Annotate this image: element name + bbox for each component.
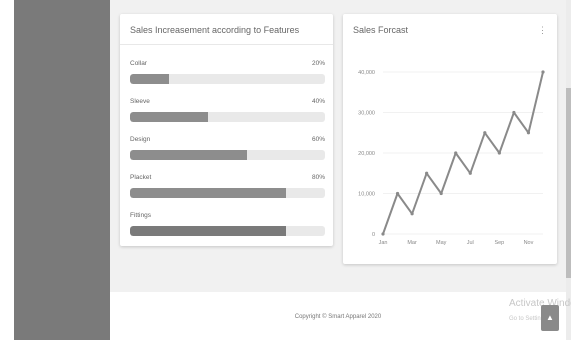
data-point [526, 131, 531, 135]
x-tick-label: Jan [379, 240, 388, 246]
data-point [497, 151, 501, 155]
data-point [439, 191, 443, 196]
progress-track [130, 112, 325, 122]
data-point [381, 232, 385, 236]
feature-sleeve: Sleeve 40% [130, 98, 325, 128]
feature-label: Design [130, 136, 151, 143]
feature-fittings: Fittings [130, 212, 325, 242]
progress-track [130, 226, 325, 236]
feature-percent: 40% [311, 98, 325, 105]
feature-placket: Placket 80% [130, 174, 325, 204]
activate-windows-subtitle: Go to Settin [509, 316, 541, 322]
x-tick-label: Sep [494, 240, 504, 246]
data-point [468, 171, 472, 175]
progress-fill [130, 74, 169, 84]
data-point [512, 110, 516, 115]
feature-percent: 80% [311, 174, 325, 181]
feature-percent: 60% [311, 136, 325, 143]
data-point [425, 171, 429, 175]
x-tick-label: May [436, 240, 447, 246]
y-tick-label: 10,000 [358, 192, 375, 198]
y-tick-label: 20,000 [358, 151, 375, 157]
data-point [483, 131, 487, 135]
feature-design: Design 60% [130, 136, 325, 166]
feature-label: Sleeve [130, 98, 150, 105]
data-point [454, 151, 458, 155]
y-tick-label: 40,000 [358, 70, 375, 76]
feature-label: Fittings [130, 212, 151, 219]
progress-track [130, 150, 325, 160]
x-tick-label: Mar [407, 240, 417, 246]
footer: Copyright © Smart Apparel 2020 [110, 292, 566, 340]
feature-collar: Collar 20% [130, 60, 325, 90]
feature-percent: 20% [311, 60, 325, 67]
feature-label: Collar [130, 60, 147, 67]
y-tick-label: 30,000 [358, 111, 375, 117]
chevron-up-icon: ▲ [546, 313, 554, 322]
sidebar [14, 0, 110, 340]
progress-track [130, 188, 325, 198]
scrollbar-thumb[interactable] [566, 88, 571, 278]
forecast-card: Sales Forcast ⋮ 0 10,000 20,000 30,000 40,00… [343, 14, 557, 264]
progress-fill [130, 226, 286, 236]
features-card: Sales Increasement according to Features… [120, 14, 333, 246]
data-point [541, 70, 545, 74]
back-to-top-button[interactable]: ▲ [541, 305, 559, 331]
features-card-title: Sales Increasement according to Features [130, 25, 300, 35]
progress-fill [130, 112, 208, 122]
progress-fill [130, 150, 247, 160]
y-tick-label: 0 [372, 232, 375, 238]
feature-label: Placket [130, 174, 152, 181]
x-tick-label: Nov [524, 240, 534, 246]
data-point [395, 191, 400, 196]
x-tick-label: Jul [467, 240, 474, 246]
activate-windows-title: Activate Windo [509, 298, 571, 309]
copyright-text: Copyright © Smart Apparel 2020 [294, 314, 382, 320]
data-point [410, 212, 414, 216]
card-divider [120, 44, 333, 45]
sales-forecast-chart: 0 10,000 20,000 30,000 40,000 Jan Mar May Jul Sep… [358, 70, 545, 246]
progress-track [130, 74, 325, 84]
progress-fill [130, 188, 286, 198]
